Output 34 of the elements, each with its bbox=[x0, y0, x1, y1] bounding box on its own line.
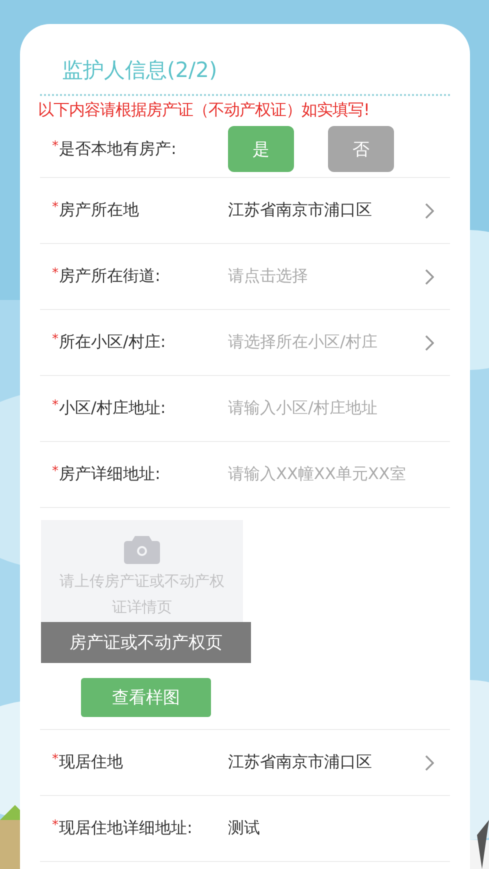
field-label: 房产详细地址: bbox=[59, 464, 162, 485]
view-sample-button[interactable]: 查看样图 bbox=[81, 678, 211, 717]
chevron-right-icon bbox=[424, 334, 434, 350]
chevron-right-icon bbox=[424, 202, 434, 218]
required-mark: * bbox=[52, 266, 59, 281]
page-title: 监护人信息(2/2) bbox=[61, 57, 218, 84]
field-label: 房产所在地 bbox=[59, 200, 140, 221]
required-mark: * bbox=[52, 138, 59, 154]
chevron-right-icon bbox=[424, 754, 434, 770]
required-mark: * bbox=[52, 332, 59, 347]
chevron-right-icon bbox=[424, 268, 434, 284]
field-label: 所在小区/村庄: bbox=[59, 332, 167, 353]
option-button[interactable]: 否 bbox=[328, 126, 394, 172]
input-field[interactable]: 请输入小区/村庄地址 bbox=[228, 398, 450, 419]
field-label: 房产所在街道: bbox=[59, 266, 162, 287]
required-mark: * bbox=[52, 464, 59, 479]
input-field[interactable]: 测试 bbox=[228, 818, 450, 839]
camera-icon bbox=[124, 534, 160, 564]
field-label: 小区/村庄地址: bbox=[59, 398, 167, 419]
field-label: 现居住地详细地址: bbox=[59, 818, 194, 839]
select-field[interactable]: 请点击选择 bbox=[228, 266, 424, 287]
required-mark: * bbox=[52, 398, 59, 413]
required-mark: * bbox=[52, 752, 59, 767]
input-field[interactable]: 请输入XX幢XX单元XX室 bbox=[228, 464, 450, 485]
upload-caption: 房产证或不动产权页 bbox=[41, 622, 251, 663]
notice-text: 以下内容请根据房产证（不动产权证）如实填写! bbox=[38, 100, 370, 121]
field-label: 是否本地有房产: bbox=[59, 138, 178, 160]
required-mark: * bbox=[52, 818, 59, 833]
option-button[interactable]: 是 bbox=[228, 126, 294, 172]
field-label: 现居住地 bbox=[59, 752, 124, 773]
select-field[interactable]: 江苏省南京市浦口区 bbox=[228, 200, 424, 221]
select-field[interactable]: 江苏省南京市浦口区 bbox=[228, 752, 424, 773]
required-mark: * bbox=[52, 200, 59, 215]
select-field[interactable]: 请选择所在小区/村庄 bbox=[228, 332, 424, 353]
